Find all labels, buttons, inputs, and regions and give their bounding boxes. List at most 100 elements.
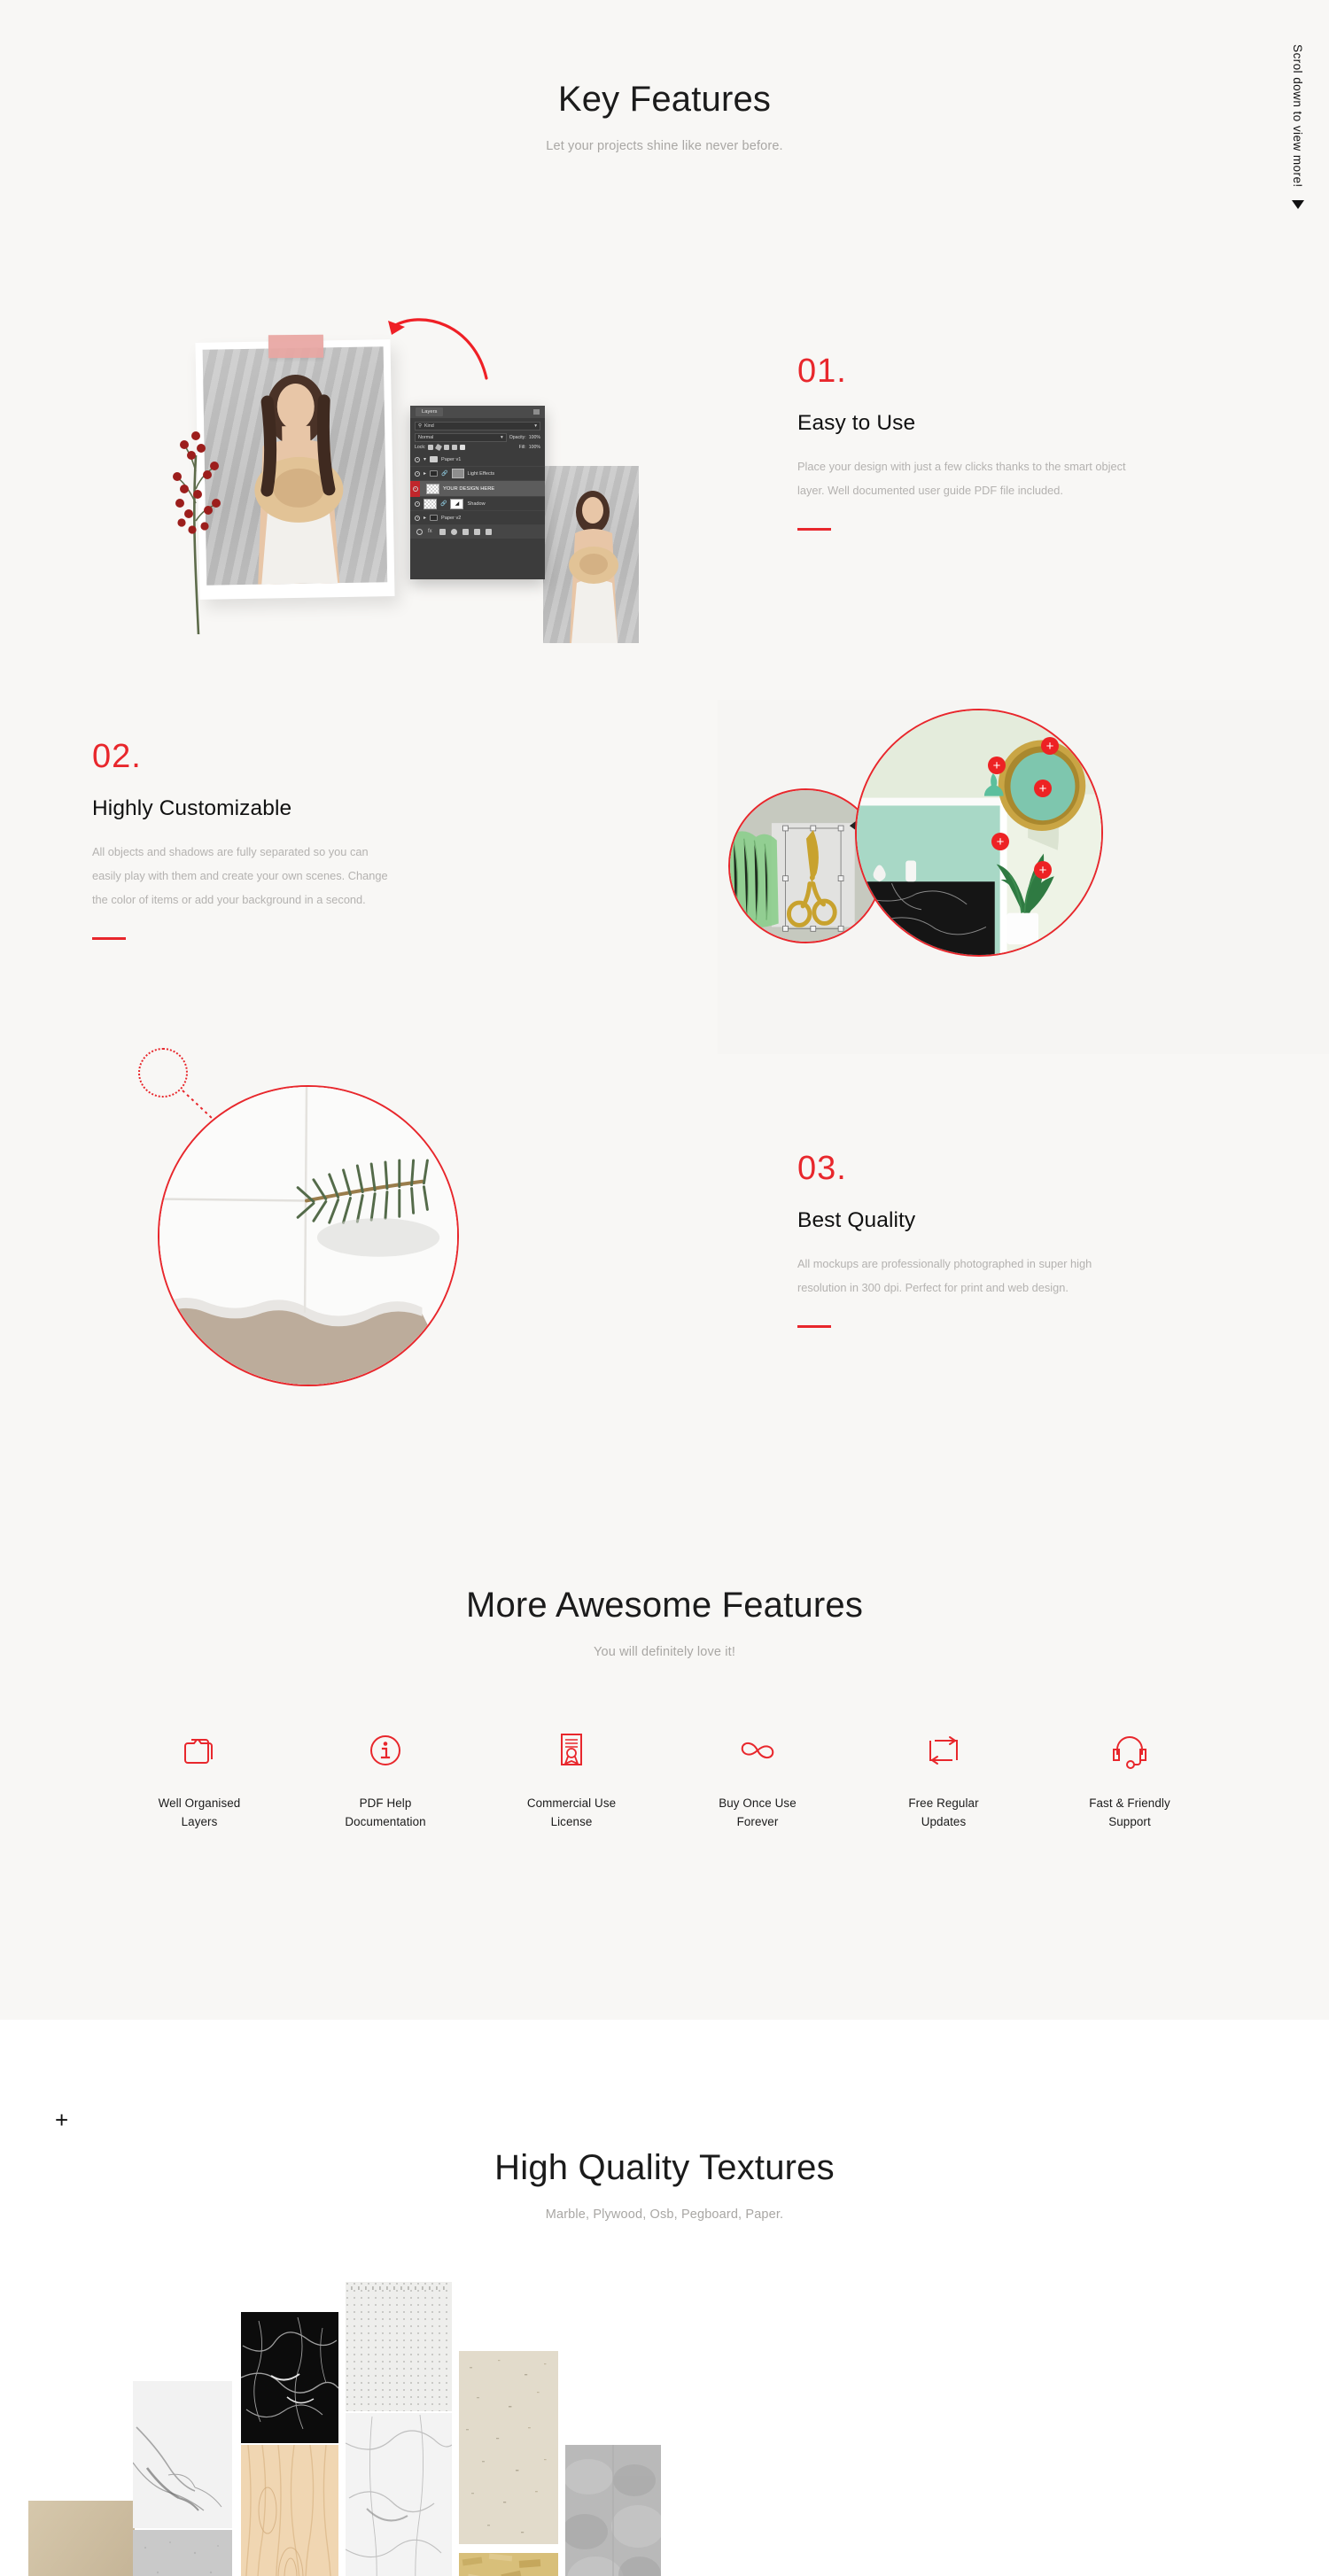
triangle-down-icon <box>1291 199 1304 209</box>
layer-mask-thumbnail[interactable]: ◢ <box>450 498 464 509</box>
layer-filter-value: Kind <box>424 423 434 429</box>
link-layers-icon[interactable] <box>416 529 423 535</box>
feature-number: 01. <box>797 353 847 390</box>
layer-filter-field[interactable]: ⚲ Kind ▾ <box>415 422 540 431</box>
folder-icon <box>430 515 439 521</box>
feature-02-text: 02. Highly Customizable All objects and … <box>92 740 464 940</box>
feature-icon-item[interactable]: PDF Help Documentation <box>292 1730 478 1832</box>
lock-artboard-icon[interactable] <box>452 445 458 450</box>
blend-mode-value: Normal <box>418 435 434 440</box>
fill-value[interactable]: 100% <box>529 445 540 450</box>
blend-mode-select[interactable]: Normal ▾ <box>415 433 507 442</box>
plus-hotspot-icon[interactable]: + <box>1041 737 1059 755</box>
lock-label: Lock: <box>415 445 426 450</box>
layer-row[interactable]: ▸ Paper v2 <box>410 511 545 525</box>
feature-icon-item[interactable]: Commercial Use License <box>478 1730 664 1832</box>
layer-styles-icon[interactable]: fx <box>428 529 434 535</box>
feature-01-visual: Layers ⚲ Kind ▾ Normal ▾ Opacity: 100% L… <box>164 292 731 682</box>
eye-icon[interactable] <box>412 485 418 492</box>
more-features-section: More Awesome Features You will definitel… <box>0 1586 1329 1832</box>
feature-title: Easy to Use <box>797 411 916 435</box>
folder-icon <box>430 470 439 477</box>
info-circle-icon <box>366 1730 405 1771</box>
more-features-title: More Awesome Features <box>465 1586 864 1625</box>
texture-swatch[interactable] <box>241 2444 338 2576</box>
texture-swatch[interactable] <box>132 2381 232 2528</box>
texture-swatch[interactable] <box>133 2530 232 2576</box>
layer-name: Shadow <box>467 500 486 507</box>
feature-icon-item[interactable]: Buy Once Use Forever <box>664 1730 851 1832</box>
lock-brush-icon[interactable] <box>435 443 443 452</box>
feature-icon-item[interactable]: Free Regular Updates <box>851 1730 1037 1832</box>
plus-hotspot-icon[interactable]: + <box>991 833 1009 850</box>
feature-title: Best Quality <box>797 1208 916 1232</box>
layer-row-selected[interactable]: YOUR DESIGN HERE <box>410 480 545 497</box>
page-subtitle: Let your projects shine like never befor… <box>546 139 783 153</box>
landing-page: Scrol down to view more! Key Features Le… <box>0 0 1329 2576</box>
lock-transparent-icon[interactable] <box>428 445 434 450</box>
layer-row[interactable]: ▸ 🔗 Light Effects <box>410 467 545 481</box>
feature-icon-item[interactable]: Well Organised Layers <box>106 1730 292 1832</box>
chevron-right-icon[interactable]: ▸ <box>424 515 426 521</box>
layer-row[interactable]: ▾ Paper v1 <box>410 453 545 467</box>
chevron-right-icon[interactable]: ▸ <box>424 470 426 477</box>
certificate-icon <box>554 1730 589 1771</box>
feature-title: Highly Customizable <box>92 796 292 820</box>
layers-tab[interactable]: Layers <box>416 407 444 416</box>
textures-title: High Quality Textures <box>494 2148 835 2187</box>
fill-label: Fill: <box>518 445 526 450</box>
texture-swatch[interactable] <box>459 2351 558 2544</box>
eye-icon[interactable] <box>415 500 420 507</box>
page-title: Key Features <box>557 80 772 119</box>
feature-rule <box>92 936 126 940</box>
chevron-down-icon[interactable]: ▾ <box>501 435 503 440</box>
plus-hotspot-icon[interactable]: + <box>988 757 1006 774</box>
layer-name: YOUR DESIGN HERE <box>443 485 495 492</box>
eye-icon[interactable] <box>415 470 420 477</box>
feature-01-text: 01. Easy to Use Place your design with j… <box>797 354 1170 531</box>
feature-03-visual <box>133 1041 594 1501</box>
new-group-icon[interactable] <box>462 529 469 535</box>
layer-row[interactable]: 🔗 ◢ Shadow <box>410 497 545 511</box>
paper-texture-circle-image <box>158 1085 459 1386</box>
texture-swatch[interactable] <box>345 2413 453 2576</box>
model-photo-secondary <box>543 466 639 643</box>
layer-thumbnail[interactable] <box>424 498 437 509</box>
texture-swatch[interactable] <box>459 2553 558 2576</box>
mask-thumbnail[interactable] <box>451 469 464 478</box>
scroll-hint[interactable]: Scrol down to view more! <box>1291 44 1304 209</box>
eye-icon[interactable] <box>415 456 420 462</box>
texture-swatch[interactable] <box>240 2312 339 2443</box>
photoshop-layers-panel[interactable]: Layers ⚲ Kind ▾ Normal ▾ Opacity: 100% L… <box>410 406 545 579</box>
headset-icon <box>1109 1730 1150 1771</box>
texture-swatch[interactable] <box>28 2501 135 2576</box>
feature-number: 03. <box>797 1150 847 1187</box>
smart-object-thumbnail[interactable] <box>426 483 439 494</box>
chevron-down-icon[interactable]: ▾ <box>534 423 537 429</box>
lock-move-icon[interactable] <box>444 445 450 450</box>
tape-strip <box>268 334 324 359</box>
add-mask-icon[interactable] <box>439 529 446 535</box>
feature-icon-label: Buy Once Use Forever <box>719 1796 797 1828</box>
infinity-icon <box>735 1730 780 1771</box>
feature-icon-label: Free Regular Updates <box>908 1796 979 1828</box>
feature-icon-label: Commercial Use License <box>526 1796 617 1828</box>
new-layer-icon[interactable] <box>474 529 480 535</box>
feature-icon-label: PDF Help Documentation <box>345 1796 426 1828</box>
opacity-value[interactable]: 100% <box>529 435 540 440</box>
plus-hotspot-icon[interactable]: + <box>1034 780 1052 797</box>
delete-layer-icon[interactable] <box>486 529 492 535</box>
chevron-down-icon[interactable]: ▾ <box>424 456 426 462</box>
eye-icon[interactable] <box>415 515 420 521</box>
layer-name: Paper v2 <box>441 515 462 521</box>
textures-subtitle: Marble, Plywood, Osb, Pegboard, Paper. <box>545 2207 784 2222</box>
feature-icon-item[interactable]: Fast & Friendly Support <box>1037 1730 1223 1832</box>
key-features-section: Scrol down to view more! Key Features Le… <box>0 0 1329 2020</box>
search-icon: ⚲ <box>418 423 422 429</box>
panel-menu-icon[interactable] <box>533 409 540 415</box>
adjustment-layer-icon[interactable] <box>451 529 457 535</box>
texture-swatch[interactable] <box>346 2282 452 2411</box>
texture-swatch[interactable] <box>562 2445 664 2576</box>
plus-hotspot-icon[interactable]: + <box>1034 861 1052 879</box>
lock-all-icon[interactable] <box>460 445 466 450</box>
